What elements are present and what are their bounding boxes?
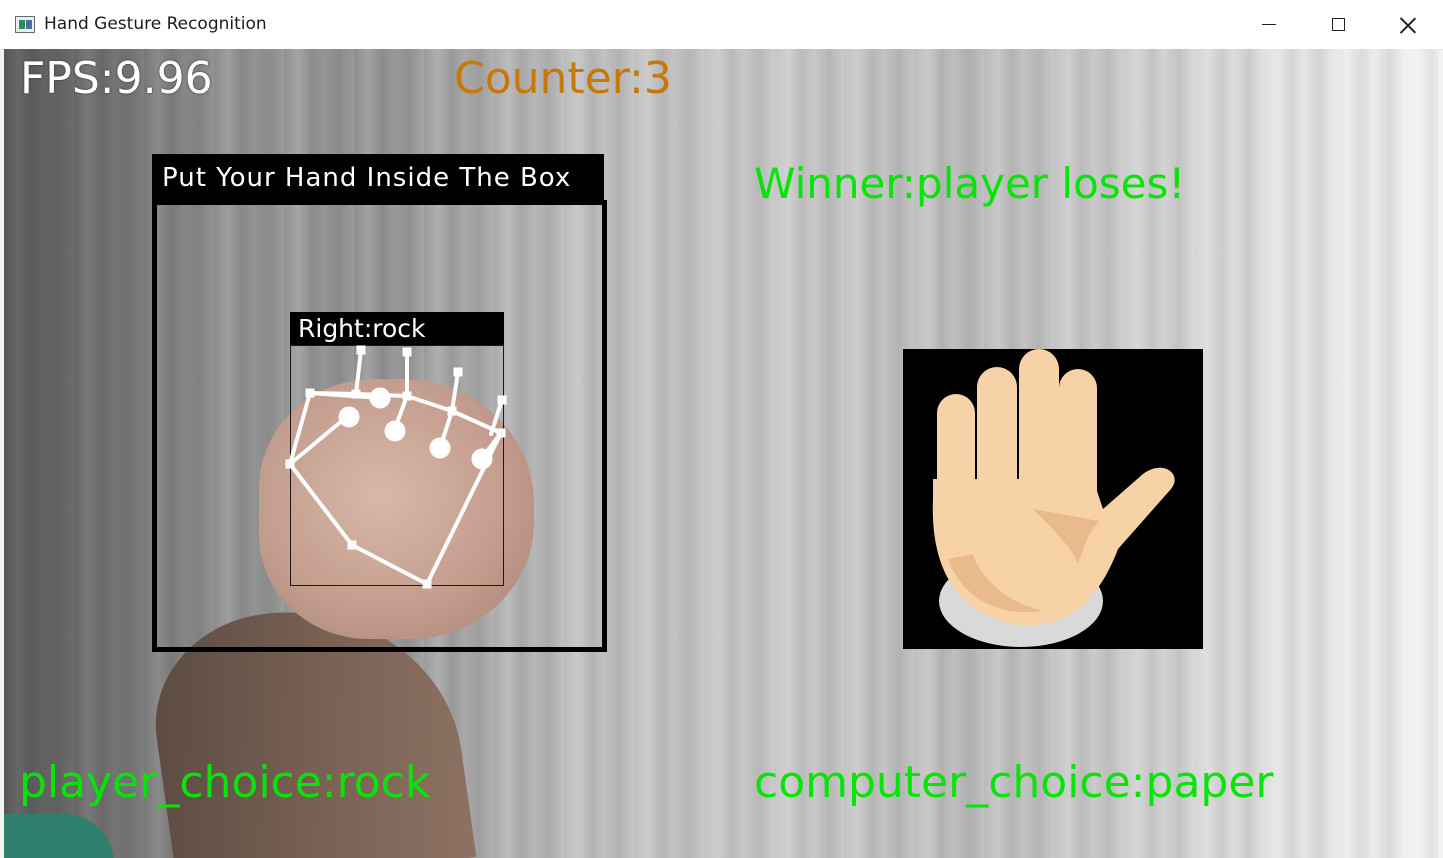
raised-hand-icon [932,349,1175,647]
player-choice-text: player_choice:rock [19,757,431,808]
computer-choice-text: computer_choice:paper [754,757,1274,808]
camera-feed: Put Your Hand Inside The Box Right:rock [4,49,1439,858]
window-title: Hand Gesture Recognition [44,14,267,34]
app-window: Hand Gesture Recognition Put Your Hand I… [0,0,1443,858]
close-button[interactable] [1373,0,1443,49]
computer-choice-image [903,349,1203,649]
close-icon [1400,17,1416,33]
minimize-icon [1262,24,1276,25]
winner-status: Winner:player loses! [754,159,1186,208]
countdown-counter: Counter:3 [454,53,672,104]
hand-landmark-skeleton [285,345,507,589]
fps-readout: FPS:9.96 [20,53,213,104]
title-bar[interactable]: Hand Gesture Recognition [0,0,1443,50]
app-icon [15,16,35,33]
minimize-button[interactable] [1234,0,1304,49]
maximize-icon [1331,18,1345,31]
maximize-button[interactable] [1303,0,1373,49]
